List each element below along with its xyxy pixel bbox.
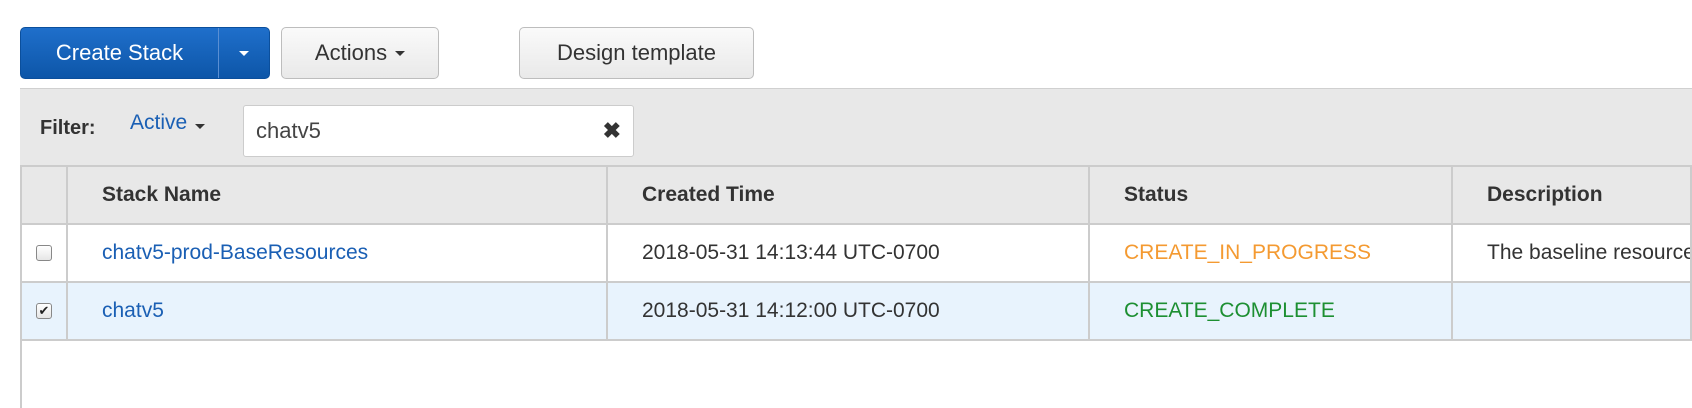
filter-active-label: Active (130, 111, 188, 134)
stack-name-link[interactable]: chatv5-prod-BaseResources (102, 241, 368, 264)
row-checkbox[interactable] (36, 245, 52, 262)
status-text: CREATE_COMPLETE (1088, 281, 1453, 341)
table-row[interactable]: chatv5-prod-BaseResources 2018-05-31 14:… (20, 223, 1692, 283)
column-description[interactable]: Description (1451, 165, 1692, 225)
created-time: 2018-05-31 14:13:44 UTC-0700 (606, 223, 1090, 283)
design-template-button[interactable]: Design template (519, 27, 754, 79)
row-checkbox-checked[interactable]: ✔ (36, 303, 52, 320)
filter-active-dropdown[interactable]: Active (130, 111, 206, 135)
column-status[interactable]: Status (1088, 165, 1453, 225)
caret-down-icon (239, 50, 249, 56)
status-text: CREATE_IN_PROGRESS (1088, 223, 1453, 283)
actions-button[interactable]: Actions (281, 27, 439, 79)
table-left-border (20, 339, 22, 408)
column-stack-name[interactable]: Stack Name (66, 165, 608, 225)
caret-down-icon (195, 124, 206, 129)
actions-label: Actions (314, 40, 388, 65)
filter-bar: Filter: Active ✖ (20, 88, 1692, 165)
stacks-table: Stack Name Created Time Status Descripti… (20, 165, 1692, 341)
column-created-time[interactable]: Created Time (606, 165, 1090, 225)
create-stack-button[interactable]: Create Stack (21, 28, 218, 78)
header-checkbox-cell (20, 165, 68, 225)
stack-name-link[interactable]: chatv5 (102, 299, 164, 322)
table-row[interactable]: ✔ chatv5 2018-05-31 14:12:00 UTC-0700 CR… (20, 281, 1692, 341)
filter-input[interactable] (256, 118, 576, 144)
description-text (1451, 281, 1692, 341)
created-time: 2018-05-31 14:12:00 UTC-0700 (606, 281, 1090, 341)
create-stack-button-group: Create Stack (20, 27, 270, 79)
table-header: Stack Name Created Time Status Descripti… (20, 165, 1692, 225)
filter-label: Filter: (40, 117, 96, 139)
close-icon[interactable]: ✖ (603, 118, 621, 144)
filter-search-field: ✖ (243, 105, 634, 157)
caret-down-icon (395, 50, 406, 56)
create-stack-dropdown[interactable] (218, 28, 269, 78)
description-text: The baseline resources (1451, 223, 1692, 283)
